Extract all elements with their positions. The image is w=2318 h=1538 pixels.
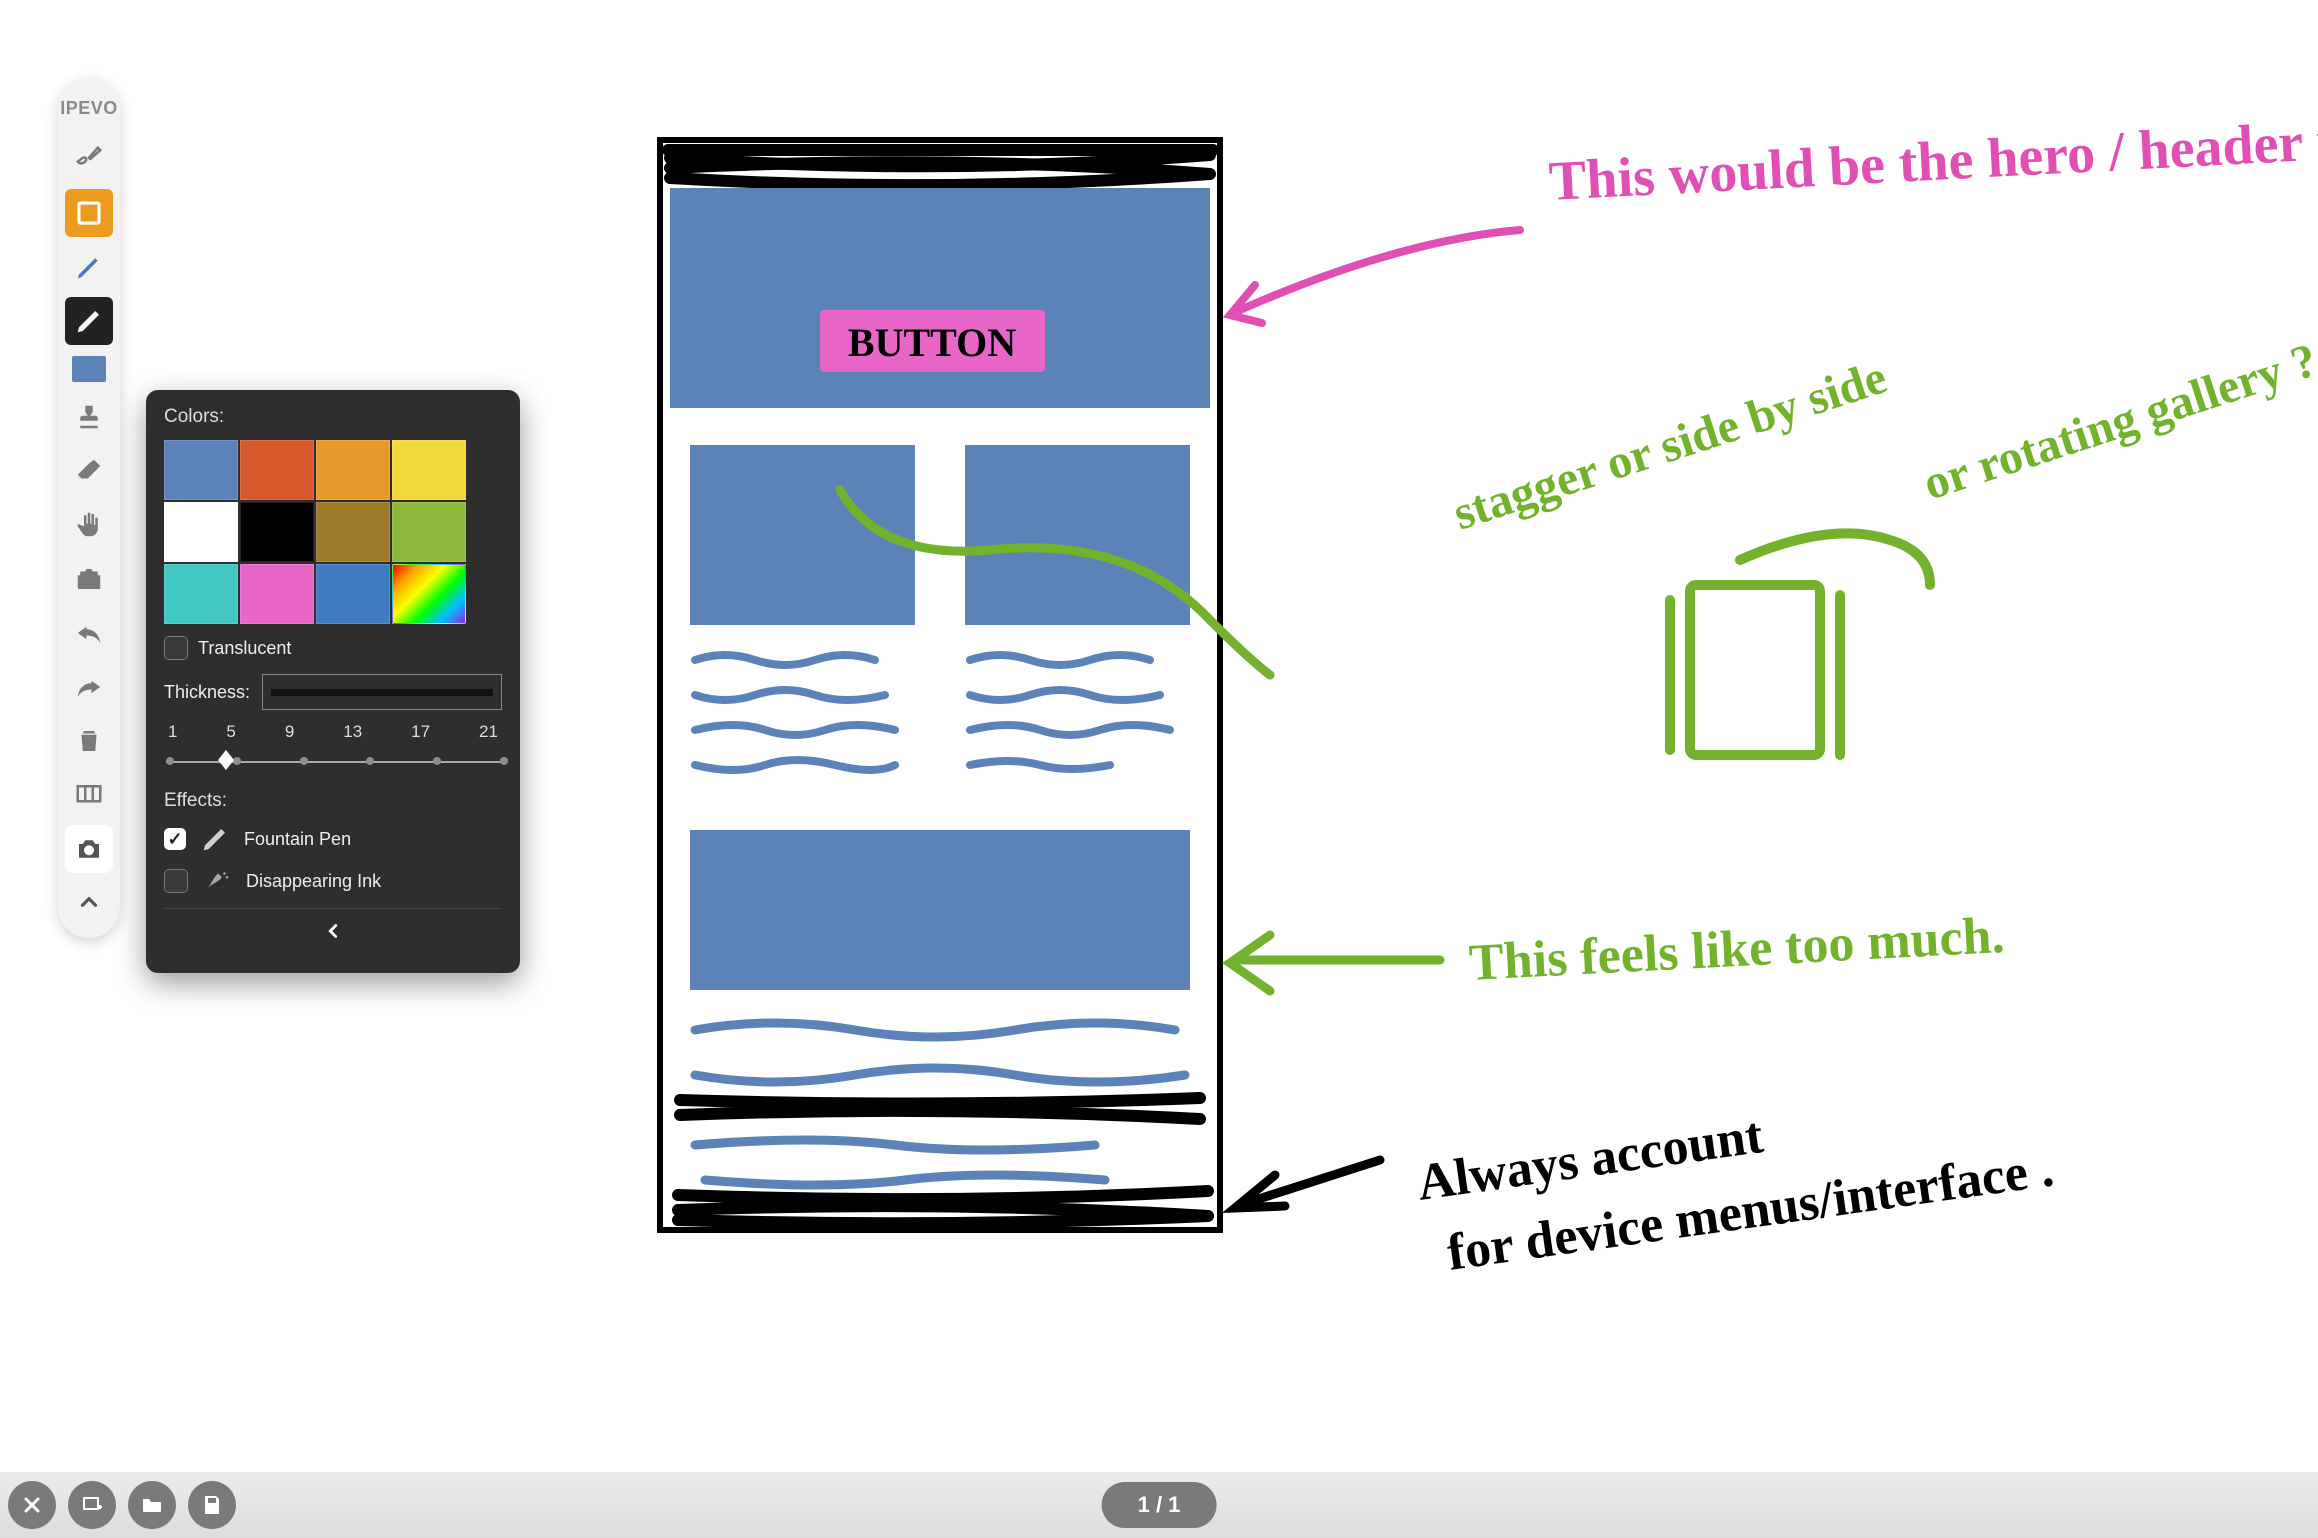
redo-icon xyxy=(74,672,104,702)
disappearing-ink-icon xyxy=(202,866,232,896)
folder-icon xyxy=(140,1493,164,1517)
svg-text:This feels like too much.: This feels like too much. xyxy=(1468,907,2006,992)
board-icon xyxy=(74,780,104,810)
color-swatch[interactable] xyxy=(164,440,238,500)
pen-tool-button[interactable] xyxy=(65,243,113,291)
pencil-icon xyxy=(74,306,104,336)
camera-icon xyxy=(74,834,104,864)
pen-icon xyxy=(74,252,104,282)
brand-logo: IPEVO xyxy=(60,98,118,119)
new-board-button[interactable] xyxy=(68,1481,116,1529)
effect-checkbox[interactable] xyxy=(164,869,188,893)
pencil-tool-button[interactable] xyxy=(65,297,113,345)
translucent-label: Translucent xyxy=(198,638,291,659)
hand-icon xyxy=(74,510,104,540)
color-swatch[interactable] xyxy=(240,564,314,624)
translucent-checkbox[interactable] xyxy=(164,636,188,660)
undo-icon xyxy=(74,618,104,648)
trash-button[interactable] xyxy=(65,717,113,765)
current-color-swatch xyxy=(72,356,106,382)
chevron-up-icon xyxy=(76,889,102,915)
canvas-content: BUTTON xyxy=(320,0,2318,1474)
color-swatch[interactable] xyxy=(164,502,238,562)
color-swatch[interactable] xyxy=(240,502,314,562)
shapes-tool-button[interactable] xyxy=(65,189,113,237)
annotations-text: This would be the hero / header image. s… xyxy=(1414,103,2318,1282)
pan-tool-button[interactable] xyxy=(65,501,113,549)
stamp-tool-button[interactable] xyxy=(65,393,113,441)
shapes-icon xyxy=(74,198,104,228)
drawing-canvas[interactable]: BUTTON xyxy=(320,0,2318,1474)
close-icon xyxy=(20,1493,44,1517)
open-button[interactable] xyxy=(128,1481,176,1529)
svg-text:This would be the hero / heade: This would be the hero / header image. xyxy=(1547,103,2318,213)
toolbox-icon xyxy=(74,564,104,594)
vertical-toolbar: IPEVO xyxy=(58,78,120,938)
eraser-tool-button[interactable] xyxy=(65,447,113,495)
toolbar-collapse-button[interactable] xyxy=(76,889,102,920)
undo-button[interactable] xyxy=(65,609,113,657)
brush-icon xyxy=(74,144,104,174)
annotation-gallery-sketch xyxy=(1670,533,1930,755)
bottom-toolbar: 1 / 1 xyxy=(0,1472,2318,1538)
annotation-arrow-hero xyxy=(1230,230,1520,323)
new-board-icon xyxy=(80,1493,104,1517)
save-button[interactable] xyxy=(188,1481,236,1529)
wireframe-mockup: BUTTON xyxy=(660,140,1220,1230)
toolbox-tool-button[interactable] xyxy=(65,555,113,603)
page-indicator[interactable]: 1 / 1 xyxy=(1102,1482,1217,1528)
brush-tool-button[interactable] xyxy=(65,135,113,183)
trash-icon xyxy=(74,726,104,756)
annotation-arrow-device xyxy=(1235,1160,1380,1208)
camera-tool-button[interactable] xyxy=(65,825,113,873)
board-tool-button[interactable] xyxy=(65,771,113,819)
fountain-pen-icon xyxy=(200,824,230,854)
save-icon xyxy=(200,1493,224,1517)
slider-handle-icon[interactable] xyxy=(214,748,238,772)
annotation-arrow-toomuch xyxy=(1230,935,1440,991)
svg-text:stagger or side by side: stagger or side by side xyxy=(1447,351,1893,541)
color-swatch[interactable] xyxy=(240,440,314,500)
current-color-tool[interactable] xyxy=(65,351,113,387)
effect-checkbox[interactable]: ✓ xyxy=(164,828,186,850)
close-button[interactable] xyxy=(8,1481,56,1529)
eraser-icon xyxy=(74,456,104,486)
thickness-label: Thickness: xyxy=(164,682,250,703)
svg-text:or rotating gallery ?: or rotating gallery ? xyxy=(1917,333,2318,510)
redo-button[interactable] xyxy=(65,663,113,711)
color-swatch[interactable] xyxy=(164,564,238,624)
wireframe-button-label: BUTTON xyxy=(848,320,1016,365)
stamp-icon xyxy=(74,402,104,432)
